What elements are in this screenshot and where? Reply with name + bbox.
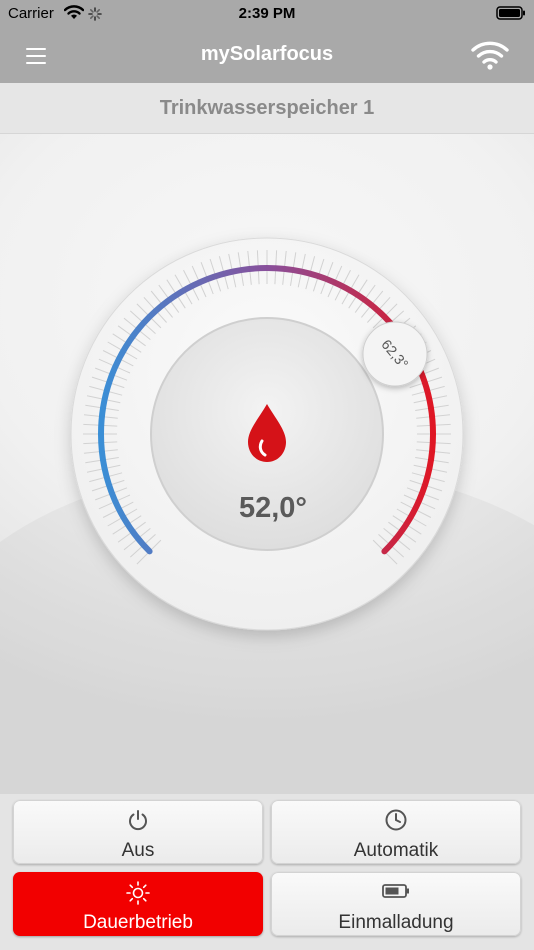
clock-time: 2:39 PM [238, 5, 296, 22]
status-bar: Carrier 2:39 PM [0, 0, 534, 28]
current-temperature: 52,0° [239, 492, 307, 524]
mode-aus-label: Aus [121, 840, 155, 861]
app-title: mySolarfocus [200, 43, 334, 65]
setpoint-knob[interactable]: 62,3° [362, 321, 428, 387]
clock-icon [271, 808, 521, 834]
power-icon [13, 808, 263, 834]
wifi-connection-icon[interactable] [470, 39, 510, 71]
mode-einmalladung-label: Einmalladung [338, 912, 454, 933]
battery-status-icon [496, 6, 525, 20]
mode-dauerbetrieb-button[interactable]: Dauerbetrieb [13, 872, 263, 936]
mode-dauerbetrieb-label: Dauerbetrieb [83, 912, 193, 933]
mode-einmalladung-button[interactable]: Einmalladung [271, 872, 521, 936]
gauge-area: 52,0° 62,3° [0, 134, 534, 794]
page-title: Trinkwasserspeicher 1 [0, 83, 534, 134]
temperature-gauge[interactable]: 52,0° 62,3° [0, 134, 534, 794]
battery-icon [271, 880, 521, 906]
mode-selector: Aus Automatik Dauerbetrieb Einmalladung [0, 794, 534, 950]
sun-icon [13, 880, 263, 906]
mode-aus-button[interactable]: Aus [13, 800, 263, 864]
mode-automatik-button[interactable]: Automatik [271, 800, 521, 864]
mode-automatik-label: Automatik [353, 840, 439, 861]
navigation-bar: mySolarfocus [0, 28, 534, 83]
